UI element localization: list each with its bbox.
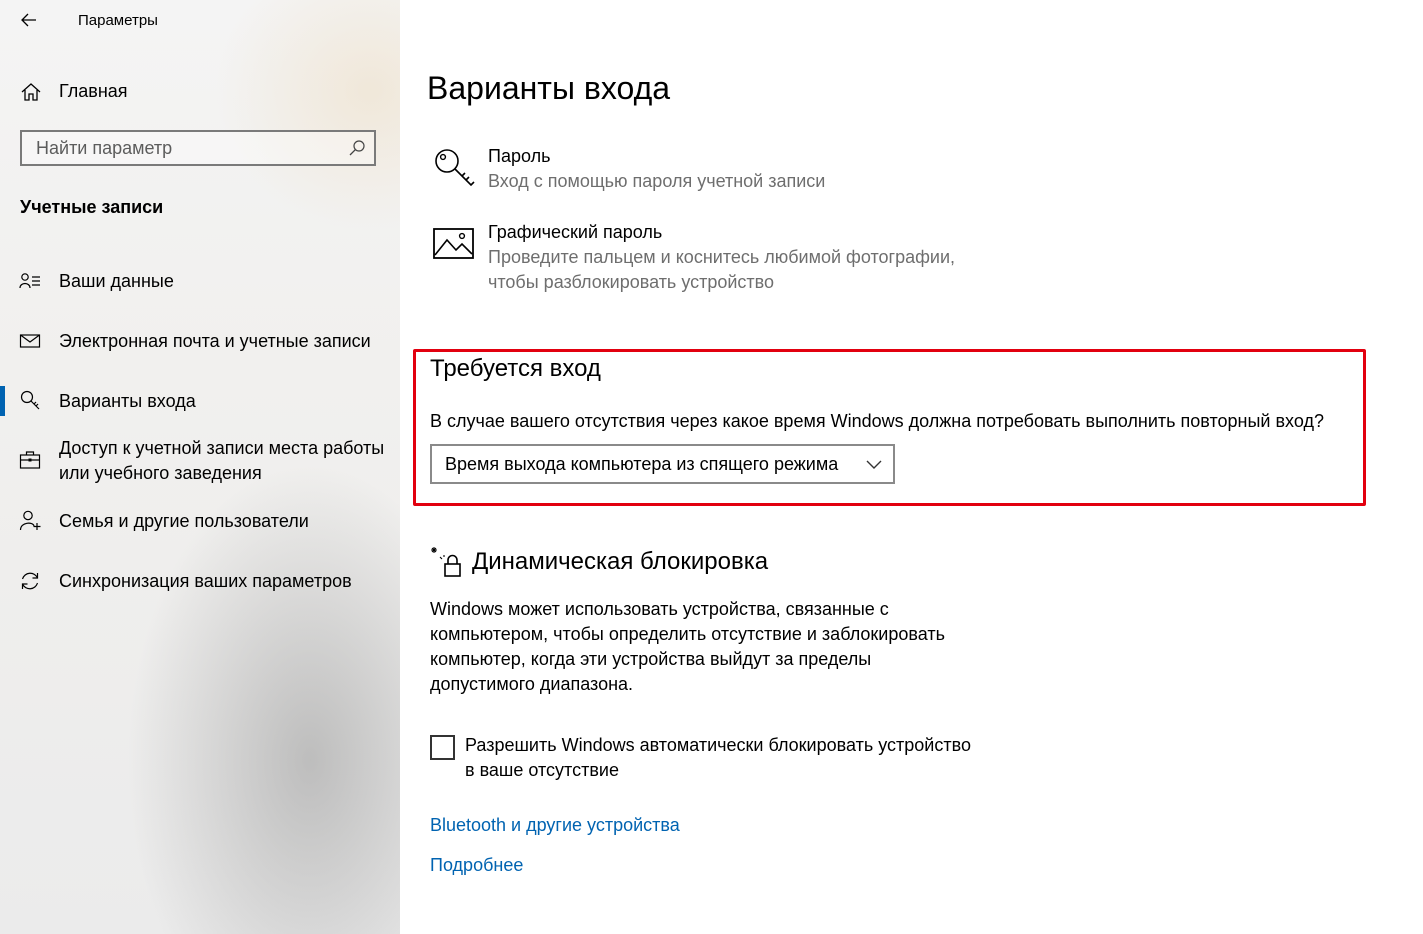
sidebar-item-home[interactable]: Главная <box>20 78 320 106</box>
bluetooth-link[interactable]: Bluetooth и другие устройства <box>430 815 680 836</box>
app-title: Параметры <box>78 12 158 29</box>
require-signin-question: В случае вашего отсутствия через какое в… <box>430 411 1324 431</box>
learn-more-link[interactable]: Подробнее <box>430 855 523 876</box>
mail-icon <box>19 334 41 348</box>
section-title: Учетные записи <box>20 197 164 217</box>
arrow-left-icon <box>21 13 36 27</box>
option-title: Графический пароль <box>488 222 663 242</box>
dynamic-lock-desc-line3: компьютер, когда эти устройства выйдут з… <box>430 649 872 669</box>
dynamic-lock-desc-line4: допустимого диапазона. <box>430 674 634 694</box>
dynamic-lock-desc-line2: компьютером, чтобы определить отсутствие… <box>430 624 945 644</box>
sidebar-item-label: Ваши данные <box>59 271 174 291</box>
dropdown-value: Время выхода компьютера из спящего режим… <box>445 454 839 474</box>
sidebar-item-family[interactable]: Семья и другие пользователи <box>0 508 400 536</box>
dynamic-lock-heading: Динамическая блокировка <box>472 548 769 575</box>
sidebar-item-label: Главная <box>59 81 128 101</box>
back-button[interactable] <box>14 8 46 32</box>
search-box <box>20 130 376 166</box>
checkbox-label-line1[interactable]: Разрешить Windows автоматически блокиров… <box>465 733 971 758</box>
person-add-icon <box>19 510 41 531</box>
picture-icon <box>433 228 474 259</box>
option-description-line1: Проведите пальцем и коснитесь любимой фо… <box>488 247 956 267</box>
title-bar: Параметры <box>0 0 400 40</box>
require-signin-dropdown[interactable]: Время выхода компьютера из спящего режим… <box>430 444 895 484</box>
person-card-icon <box>19 273 40 289</box>
home-icon <box>21 83 41 101</box>
chevron-down-icon <box>866 460 882 469</box>
sidebar-item-label-line2: или учебного заведения <box>59 463 262 483</box>
option-title: Пароль <box>488 146 551 166</box>
option-description: Вход с помощью пароля учетной записи <box>488 171 826 191</box>
sidebar-item-sync[interactable]: Синхронизация ваших параметров <box>0 568 400 596</box>
search-input[interactable] <box>22 132 356 164</box>
page-title: Варианты входа <box>427 70 671 106</box>
sidebar-item-label-line1: Доступ к учетной записи места работы <box>59 438 385 458</box>
sidebar-item-label: Семья и другие пользователи <box>59 511 309 531</box>
require-signin-heading: Требуется вход <box>430 355 601 382</box>
sidebar-item-label: Варианты входа <box>59 391 196 411</box>
main-content: Варианты входа Пароль Вход с помощью пар… <box>400 0 1423 934</box>
key-icon <box>20 390 40 410</box>
sidebar-item-email-accounts[interactable]: Электронная почта и учетные записи <box>0 328 400 356</box>
sidebar-item-sign-in-options[interactable]: Варианты входа <box>0 386 400 416</box>
dynamic-lock-icon <box>431 547 461 577</box>
dynamic-lock-checkbox[interactable] <box>430 735 455 760</box>
checkbox-label-line2[interactable]: в ваше отсутствие <box>465 758 619 783</box>
key-icon <box>435 149 475 187</box>
sidebar-item-label: Электронная почта и учетные записи <box>59 331 371 351</box>
briefcase-icon <box>19 451 41 469</box>
sidebar: Параметры Главная Учетные записи Ваши да… <box>0 0 400 934</box>
active-indicator <box>0 386 5 416</box>
option-password[interactable]: Пароль Вход с помощью пароля учетной зап… <box>432 144 992 196</box>
sidebar-item-label: Синхронизация ваших параметров <box>59 571 352 591</box>
option-description-line2: чтобы разблокировать устройство <box>488 272 775 292</box>
dynamic-lock-desc-line1: Windows может использовать устройства, с… <box>430 599 889 619</box>
sidebar-item-work-access[interactable]: Доступ к учетной записи места работы или… <box>0 436 400 488</box>
search-icon[interactable] <box>348 139 366 157</box>
sidebar-item-your-info[interactable]: Ваши данные <box>0 268 400 296</box>
sync-icon <box>21 572 39 590</box>
option-picture-password[interactable]: Графический пароль Проведите пальцем и к… <box>432 220 992 296</box>
